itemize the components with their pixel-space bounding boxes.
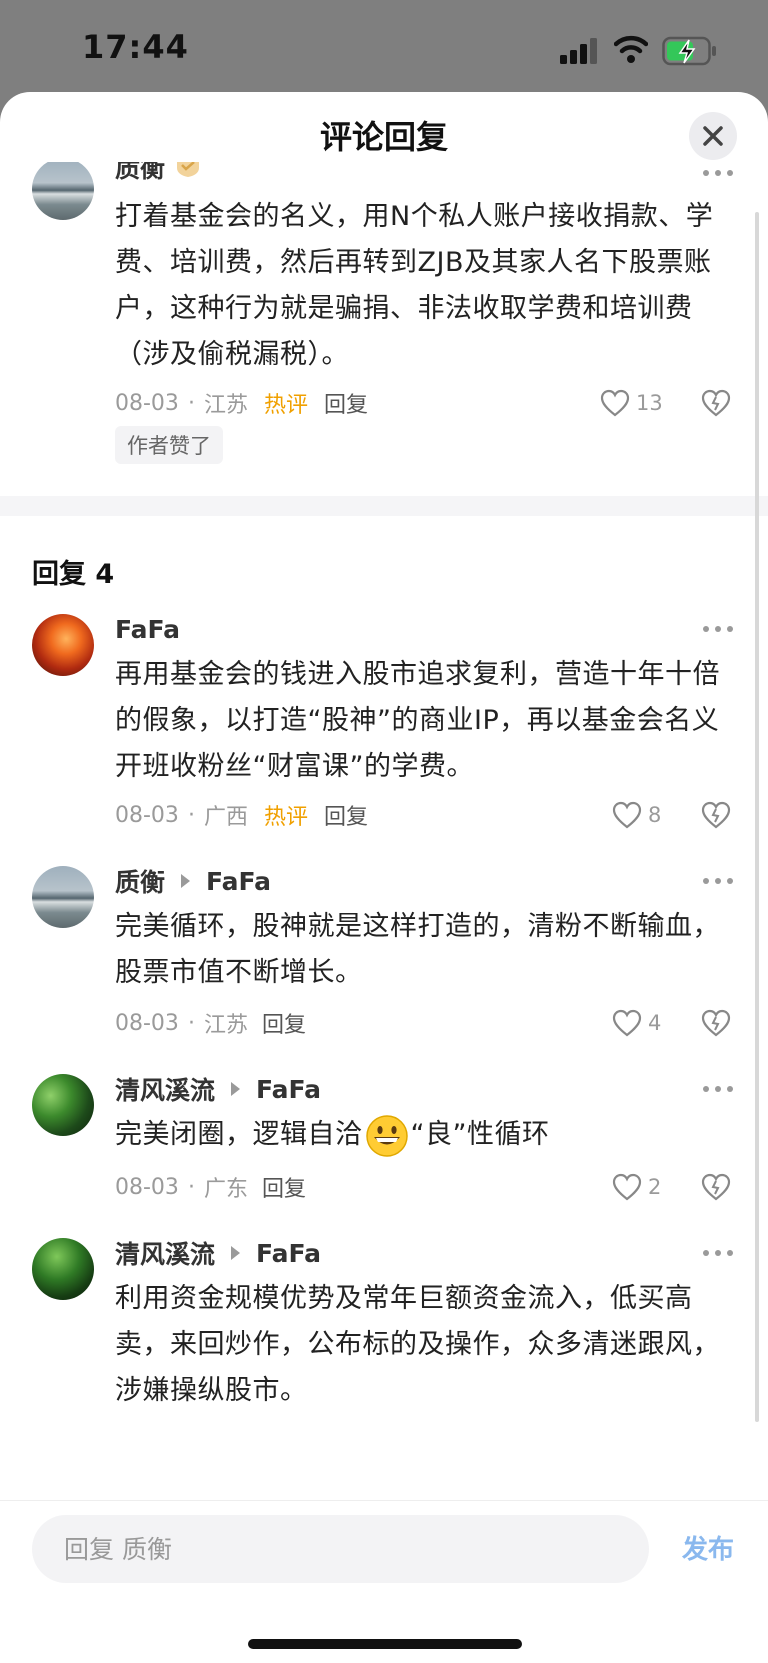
hot-comment-tag: 热评 (263, 805, 308, 830)
replies-header: 回复 4 (32, 559, 115, 590)
comment-meta: 08-03 · 江苏 回复 (115, 1006, 306, 1040)
comment-author-row: 质衡 FaFa (115, 864, 271, 898)
avatar[interactable] (32, 162, 94, 220)
more-options-icon[interactable] (703, 1248, 733, 1258)
reply-to-arrow-icon (181, 874, 191, 888)
author-name[interactable]: 质衡 (115, 863, 165, 899)
like-button[interactable]: 8 (612, 798, 661, 832)
status-time: 17:44 (82, 28, 189, 66)
reply-input[interactable] (32, 1515, 649, 1583)
comment-date: 08-03 (115, 390, 179, 416)
reply-button[interactable]: 回复 (324, 799, 368, 831)
like-button[interactable]: 13 (600, 386, 663, 420)
comment-date: 08-03 (115, 1010, 179, 1036)
more-options-icon[interactable] (703, 1084, 733, 1094)
reply-button[interactable]: 回复 (262, 1171, 306, 1203)
avatar[interactable] (32, 1074, 94, 1136)
sheet-title: 评论回复 (319, 118, 448, 156)
comment-text: 打着基金会的名义，用N个私人账户接收捐款、学费、培训费，然后再转到ZJB及其家人… (115, 201, 714, 370)
meta-separator: · (187, 1010, 195, 1036)
comment-list[interactable]: 质衡 打着基金会的名义，用N个私人账户接收捐款、学费、培训费，然后再转到ZJB及… (0, 162, 768, 1592)
comment-text: 再用基金会的钱进入股市追求复利，营造十年十倍的假象，以打造“股神”的商业IP，再… (115, 659, 720, 782)
hot-comment-tag: 热评 (263, 393, 308, 418)
comment-text: 完美闭圈，逻辑自洽 “良”性循环 (115, 1112, 725, 1158)
battery-charging-icon (662, 36, 716, 66)
meta-separator: · (187, 802, 195, 828)
close-icon (703, 126, 723, 146)
meta-separator: · (187, 1174, 195, 1200)
like-count: 13 (636, 391, 663, 415)
comment-date: 08-03 (115, 1174, 179, 1200)
reply-to-arrow-icon (231, 1082, 241, 1096)
comment-author-row: 清风溪流 FaFa (115, 1072, 321, 1106)
author-name[interactable]: FaFa (115, 615, 180, 644)
author-liked-tag: 作者赞了 (115, 426, 223, 464)
comment-text-part: 完美闭圈，逻辑自洽 (115, 1119, 363, 1150)
like-button[interactable]: 2 (612, 1170, 661, 1204)
home-indicator[interactable] (248, 1639, 522, 1649)
like-button[interactable]: 4 (612, 1006, 661, 1040)
reply-to-name[interactable]: FaFa (206, 867, 271, 896)
comment-meta: 08-03 · 江苏 热评 回复 (115, 386, 368, 420)
author-name[interactable]: 清风溪流 (115, 1235, 215, 1271)
status-bar: 17:44 (0, 0, 768, 96)
badge-icon (177, 162, 200, 177)
reply-to-name[interactable]: FaFa (256, 1075, 321, 1104)
reply-to-name[interactable]: FaFa (256, 1239, 321, 1268)
publish-button[interactable]: 发布 (682, 1529, 734, 1566)
heart-icon (600, 389, 630, 417)
close-button[interactable] (689, 112, 737, 160)
like-count: 2 (648, 1175, 662, 1199)
broken-heart-icon[interactable] (701, 1172, 731, 1202)
reply-input-bar: 发布 (0, 1500, 768, 1663)
heart-icon (612, 1173, 642, 1201)
scrollbar[interactable] (755, 212, 759, 1422)
heart-icon (612, 801, 642, 829)
comment-text: 利用资金规模优势及常年巨额资金流入，低买高卖，来回炒作，公布标的及操作，众多清迷… (115, 1283, 720, 1406)
more-options-icon[interactable] (703, 876, 733, 886)
reply-button[interactable]: 回复 (324, 387, 368, 419)
comment-reply-sheet: 评论回复 质衡 打着基金会的名义，用N个私人账户接收捐款、学费、培训费，然后再转… (0, 92, 768, 1663)
avatar[interactable] (32, 614, 94, 676)
broken-heart-icon[interactable] (701, 1008, 731, 1038)
reply-to-arrow-icon (231, 1246, 241, 1260)
broken-heart-icon[interactable] (701, 800, 731, 830)
avatar[interactable] (32, 866, 94, 928)
comment-location: 江苏 (203, 393, 248, 418)
comment-text-part: “良”性循环 (410, 1119, 550, 1150)
reply-button[interactable]: 回复 (262, 1007, 306, 1039)
broken-heart-icon[interactable] (701, 388, 731, 418)
author-name[interactable]: 质衡 (115, 162, 165, 185)
comment-author-row: FaFa (115, 612, 180, 646)
comment-text: 完美循环，股神就是这样打造的，清粉不断输血，股票市值不断增长。 (115, 911, 720, 988)
comment-location: 广西 (203, 805, 248, 830)
comment-author-row: 清风溪流 FaFa (115, 1236, 321, 1270)
cellular-signal-icon (560, 38, 597, 64)
more-options-icon[interactable] (703, 624, 733, 634)
avatar[interactable] (32, 1238, 94, 1300)
heart-icon (612, 1009, 642, 1037)
comment-location: 江苏 (203, 1013, 248, 1038)
wifi-icon (614, 35, 648, 63)
section-divider (0, 496, 768, 516)
author-name[interactable]: 清风溪流 (115, 1071, 215, 1107)
comment-author-row: 质衡 (115, 162, 201, 184)
grinning-face-emoji-icon (365, 1114, 408, 1157)
like-count: 8 (648, 803, 662, 827)
comment-location: 广东 (203, 1177, 248, 1202)
comment-meta: 08-03 · 广西 热评 回复 (115, 798, 368, 832)
comment-date: 08-03 (115, 802, 179, 828)
comment-meta: 08-03 · 广东 回复 (115, 1170, 306, 1204)
like-count: 4 (648, 1011, 662, 1035)
more-options-icon[interactable] (703, 168, 733, 178)
meta-separator: · (187, 390, 195, 416)
